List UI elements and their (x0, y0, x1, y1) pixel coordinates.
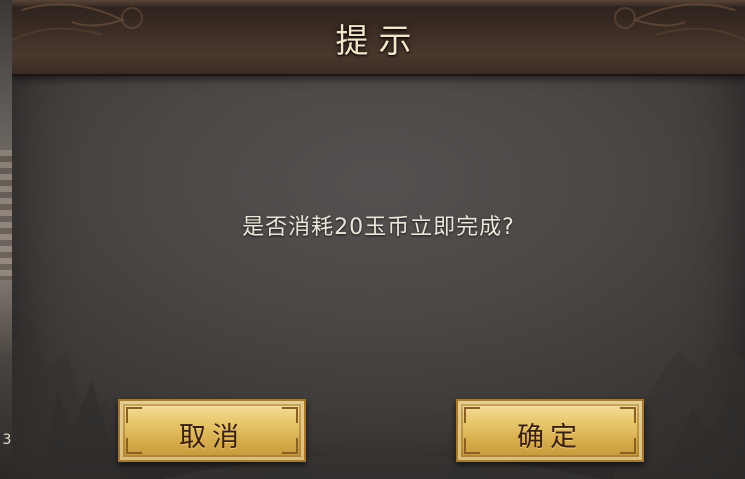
cancel-button-label: 取消 (179, 422, 245, 453)
game-screen: 3 提示 是否消耗20玉币立即完成? 取消 确定 (0, 0, 745, 479)
confirm-button-label: 确定 (517, 422, 583, 453)
confirm-button[interactable]: 确定 (456, 399, 644, 462)
confirm-dialog: 提示 是否消耗20玉币立即完成? 取消 确定 (12, 0, 745, 479)
dialog-message: 是否消耗20玉币立即完成? (242, 215, 515, 240)
dialog-title: 提示 (335, 21, 422, 60)
cancel-button[interactable]: 取消 (118, 399, 306, 462)
dialog-header: 提示 (12, 0, 745, 76)
